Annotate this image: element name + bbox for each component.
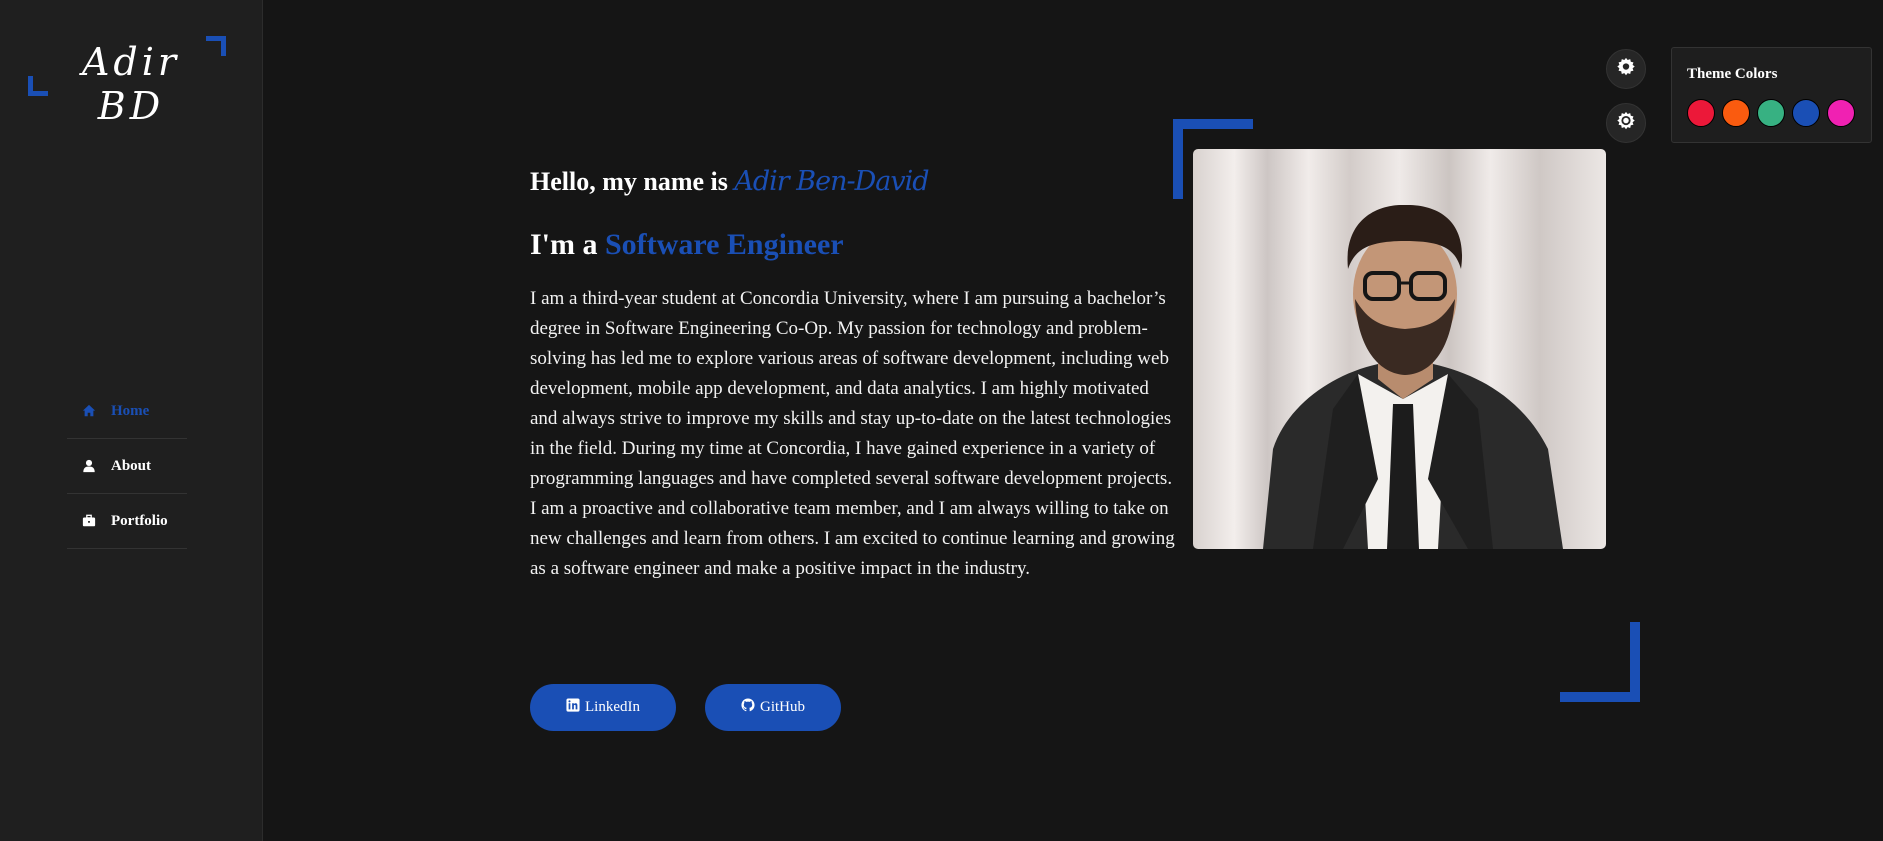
color-swatch-green[interactable]: [1757, 99, 1785, 127]
role-prefix: I'm a: [530, 228, 598, 261]
role-heading: I'm a Software Engineer: [530, 228, 844, 262]
gear-icon: [1615, 56, 1637, 83]
nav-item-portfolio[interactable]: Portfolio: [67, 494, 187, 549]
role-text: Software Engineer: [605, 228, 844, 261]
settings-button[interactable]: [1606, 49, 1646, 89]
nav-item-home[interactable]: Home: [67, 384, 187, 439]
user-icon: [82, 459, 96, 473]
linkedin-label: LinkedIn: [585, 699, 640, 715]
linkedin-icon: [566, 698, 580, 717]
logo-text: Adir BD: [81, 40, 181, 128]
nav-item-about[interactable]: About: [67, 439, 187, 494]
github-icon: [741, 698, 755, 717]
greeting-heading: Hello, my name is Adir Ben-David: [530, 166, 930, 197]
color-swatch-pink[interactable]: [1827, 99, 1855, 127]
briefcase-icon: [82, 514, 96, 528]
sidebar-nav: Home About Portfolio: [67, 384, 187, 549]
nav-item-label: Home: [111, 402, 150, 419]
photo-bracket-bottom-right: [1560, 622, 1640, 702]
github-button[interactable]: GitHub: [705, 684, 841, 731]
greeting-text: Hello, my name is: [530, 167, 728, 196]
bio-paragraph: I am a third-year student at Concordia U…: [530, 288, 1175, 579]
profile-photo: [1193, 149, 1606, 549]
theme-colors-title: Theme Colors: [1687, 66, 1778, 82]
github-label: GitHub: [760, 699, 805, 715]
theme-toggle-button[interactable]: [1606, 103, 1646, 143]
sun-icon: [1615, 110, 1637, 137]
color-swatch-red[interactable]: [1687, 99, 1715, 127]
logo[interactable]: Adir BD: [28, 34, 228, 128]
nav-item-label: Portfolio: [111, 512, 168, 529]
home-icon: [82, 404, 96, 418]
color-swatch-blue[interactable]: [1792, 99, 1820, 127]
linkedin-button[interactable]: LinkedIn: [530, 684, 676, 731]
sidebar: Adir BD Home About Portfolio: [0, 0, 263, 841]
name-text: Adir Ben-David: [734, 166, 929, 197]
color-swatch-orange[interactable]: [1722, 99, 1750, 127]
logo-bracket-bottom-left: [28, 76, 48, 96]
theme-colors-panel: Theme Colors: [1671, 47, 1872, 143]
theme-swatches: [1687, 99, 1855, 127]
nav-item-label: About: [111, 457, 152, 474]
